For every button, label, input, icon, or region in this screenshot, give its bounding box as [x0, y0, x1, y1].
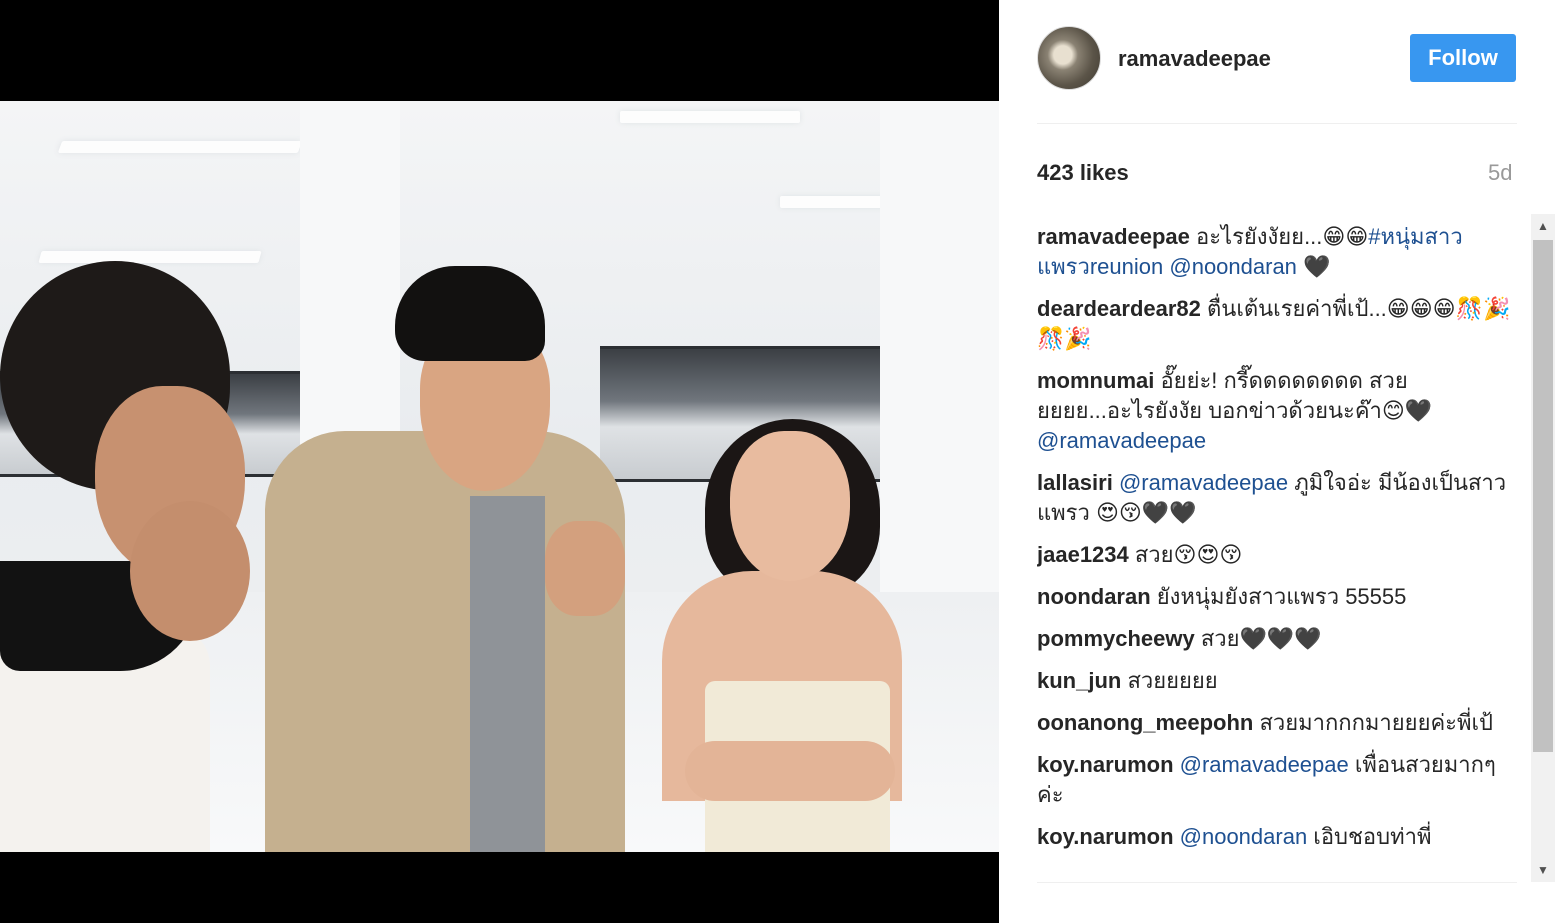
comment-item: koy.narumon @ramavadeepae เพื่อนสวยมากๆค… — [1037, 750, 1517, 810]
scrollbar-thumb[interactable] — [1533, 240, 1553, 752]
comment-text: 🖤 — [1296, 254, 1331, 279]
post-photo[interactable] — [0, 101, 999, 852]
comment-text: สวย😚😍😚 — [1128, 542, 1243, 567]
comment-mention-link[interactable]: @ramavadeepae — [1119, 470, 1288, 495]
comment-item: koy.narumon @noondaran เอิบชอบท่าพี่ — [1037, 822, 1517, 852]
post-age[interactable]: 5d — [1488, 160, 1512, 186]
comment-mention-link[interactable]: @ramavadeepae — [1037, 428, 1206, 453]
comment-mention-link[interactable]: @noondaran — [1180, 824, 1308, 849]
comment-text: สวย🖤🖤🖤 — [1194, 626, 1322, 651]
comment-text: สวยมากกกมายยยค่ะพี่เป้ — [1253, 710, 1493, 735]
comment-item: pommycheewy สวย🖤🖤🖤 — [1037, 624, 1517, 654]
scroll-up-arrow-icon[interactable]: ▲ — [1531, 214, 1555, 238]
comment-item: ramavadeepae อะไรยังงัยย...😁😁#หนุ่มสาวแพ… — [1037, 222, 1517, 282]
comment-username-link[interactable]: oonanong_meepohn — [1037, 710, 1253, 735]
comment-username-link[interactable]: koy.narumon — [1037, 752, 1174, 777]
post-media — [0, 0, 999, 923]
comment-username-link[interactable]: momnumai — [1037, 368, 1154, 393]
comment-mention-link[interactable]: reunion — [1090, 254, 1170, 279]
header-divider — [1037, 123, 1517, 124]
comment-item: noondaran ยังหนุ่มยังสาวแพรว 55555 — [1037, 582, 1517, 612]
comment-item: oonanong_meepohn สวยมากกกมายยยค่ะพี่เป้ — [1037, 708, 1517, 738]
comment-item: jaae1234 สวย😚😍😚 — [1037, 540, 1517, 570]
comment-text: อะไรยังงัยย...😁😁 — [1189, 224, 1369, 249]
comment-mention-link[interactable]: @ramavadeepae — [1180, 752, 1349, 777]
comment-username-link[interactable]: jaae1234 — [1037, 542, 1129, 567]
follow-button[interactable]: Follow — [1410, 34, 1516, 82]
comment-username-link[interactable]: deardeardear82 — [1037, 296, 1201, 321]
scroll-down-arrow-icon[interactable]: ▼ — [1531, 858, 1555, 882]
comment-username-link[interactable]: kun_jun — [1037, 668, 1121, 693]
comment-text: ยังหนุ่มยังสาวแพรว 55555 — [1150, 584, 1407, 609]
comment-list-bottom-border — [1037, 882, 1517, 883]
comment-username-link[interactable]: lallasiri — [1037, 470, 1113, 495]
post-header: ramavadeepae Follow — [1037, 24, 1517, 94]
comment-item: kun_jun สวยยยยย — [1037, 666, 1517, 696]
comment-username-link[interactable]: koy.narumon — [1037, 824, 1174, 849]
avatar[interactable] — [1037, 26, 1101, 90]
comment-username-link[interactable]: pommycheewy — [1037, 626, 1195, 651]
comment-item: momnumai อั๊ยย่ะ! กรี๊ดดดดดดดด สวยยยยย..… — [1037, 366, 1517, 456]
username-link[interactable]: ramavadeepae — [1118, 46, 1271, 72]
comment-text: สวยยยยย — [1121, 668, 1218, 693]
comments-scrollbar[interactable]: ▲ ▼ — [1531, 214, 1555, 882]
comment-item: lallasiri @ramavadeepae ภูมิใจอ่ะ มีน้อง… — [1037, 468, 1517, 528]
post-sidebar: ramavadeepae Follow 423 likes 5d ramavad… — [999, 0, 1557, 923]
comment-item: deardeardear82 ตื่นเต้นเรยค่าพี่เป้...😁😁… — [1037, 294, 1517, 354]
comment-list: ramavadeepae อะไรยังงัยย...😁😁#หนุ่มสาวแพ… — [1037, 222, 1517, 882]
comment-username-link[interactable]: ramavadeepae — [1037, 224, 1190, 249]
comment-username-link[interactable]: noondaran — [1037, 584, 1151, 609]
comment-mention-link[interactable]: @noondaran — [1169, 254, 1297, 279]
comment-text: เอิบชอบท่าพี่ — [1307, 824, 1432, 849]
likes-count[interactable]: 423 likes — [1037, 160, 1129, 186]
